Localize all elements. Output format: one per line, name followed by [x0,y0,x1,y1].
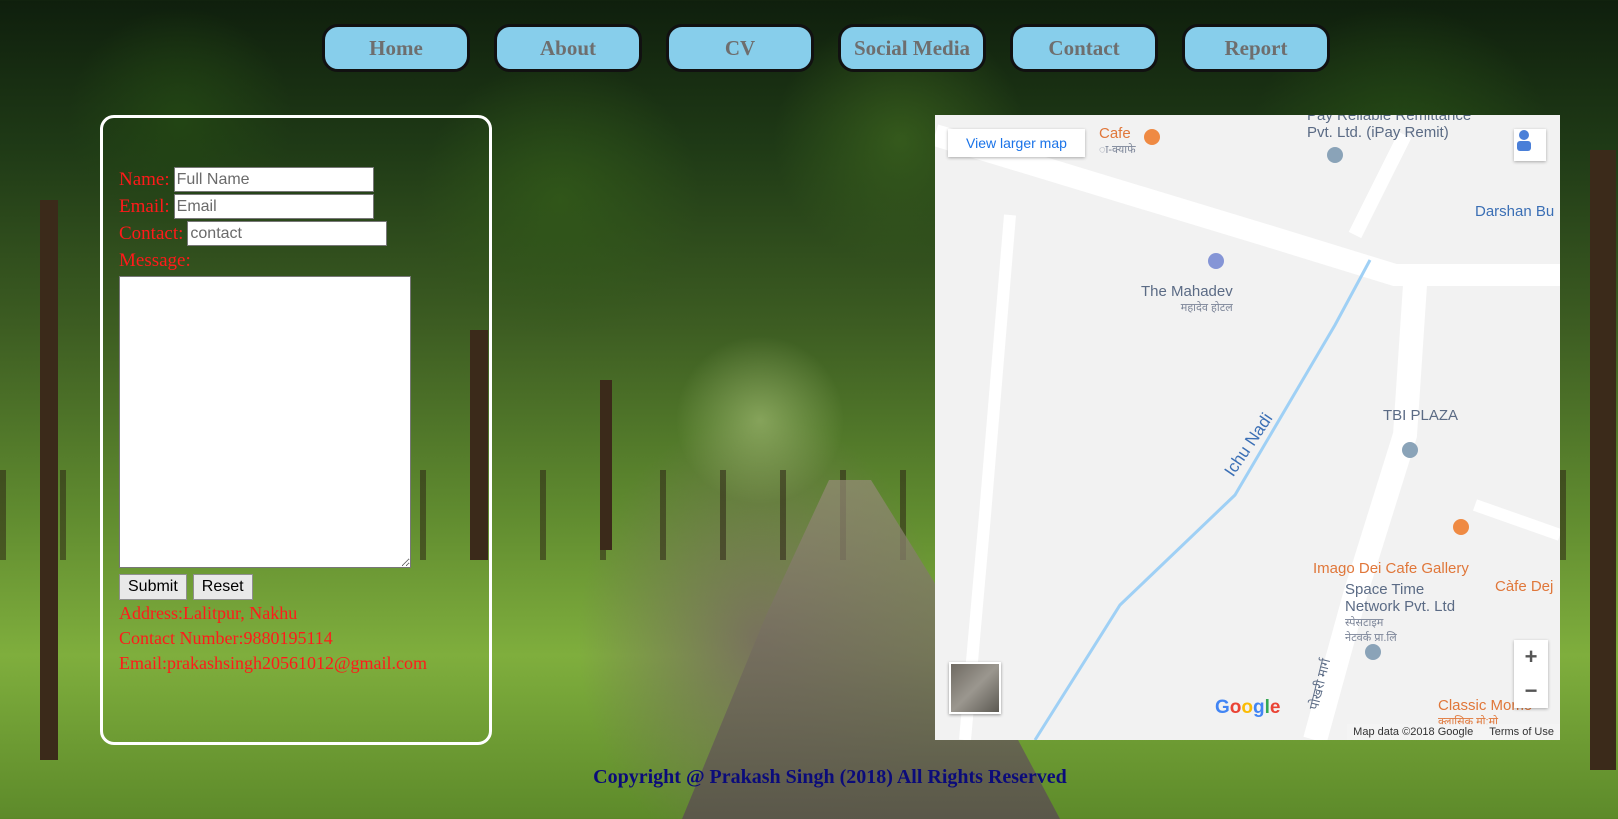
reset-button[interactable]: Reset [192,574,253,600]
email-label: Email: [119,195,170,217]
nav-home-button[interactable]: Home [322,24,470,72]
contact-form: Name: Email: Contact: Message: Submit Re… [119,166,427,675]
tree-trunk [40,200,58,760]
address-text: Address:Lalitpur, Nakhu [119,603,298,623]
google-logo: Google [1215,697,1281,718]
tree-trunk [600,380,612,550]
name-label: Name: [119,168,170,190]
view-larger-map-link[interactable]: View larger map [948,129,1085,157]
satellite-toggle[interactable] [949,662,1001,714]
map-label-cafe: Cafeा-क्याफे [1099,125,1136,156]
message-textarea[interactable] [119,276,411,568]
map-label-remit: Pay Reliable Remittance Pvt. Ltd. (iPay R… [1307,115,1472,141]
zoom-in-button[interactable]: + [1514,640,1548,674]
submit-button[interactable]: Submit [119,574,187,600]
nav-contact-button[interactable]: Contact [1010,24,1158,72]
nav-social-media-button[interactable]: Social Media [838,24,986,72]
email-input[interactable] [173,194,374,219]
map-data-text: Map data ©2018 Google [1353,726,1474,738]
copyright-footer: Copyright @ Prakash Singh (2018) All Rig… [593,766,1067,788]
terms-of-use-link[interactable]: Terms of Use [1489,726,1554,738]
map-label-spacetime: Space Time Network Pvt. Ltd स्पेसटाइम नेटवर… [1345,581,1456,644]
map-label-tbi: TBI PLAZA [1383,407,1459,424]
contact-number-text: Contact Number:9880195114 [119,628,333,648]
pegman-icon[interactable] [1514,129,1546,161]
map-label-imago: Imago Dei Cafe Gallery [1313,560,1469,577]
name-input[interactable] [173,167,374,192]
nav-report-button[interactable]: Report [1182,24,1330,72]
tree-trunk [1590,150,1616,770]
nav-about-button[interactable]: About [494,24,642,72]
contact-form-panel: Name: Email: Contact: Message: Submit Re… [100,115,492,745]
zoom-out-button[interactable]: − [1514,674,1548,708]
nav-cv-button[interactable]: CV [666,24,814,72]
map-label-mahadev: The Mahadev महादेव होटल [1141,283,1233,314]
contact-input[interactable] [187,221,388,246]
message-label: Message: [119,249,191,271]
map-label-cafe-dej: Càfe Dej [1495,578,1554,595]
embedded-map[interactable]: View larger map Pay Reliable Remittance P… [935,115,1560,740]
contact-label: Contact: [119,222,184,244]
map-attribution: Map data ©2018 Google Terms of Use [1347,724,1560,740]
map-label-darshan: Darshan Bu [1475,203,1555,220]
zoom-controls: + − [1514,640,1548,708]
main-nav: Home About CV Social Media Contact Repor… [322,24,1330,72]
email-text: Email:prakashsingh20561012@gmail.com [119,653,428,673]
